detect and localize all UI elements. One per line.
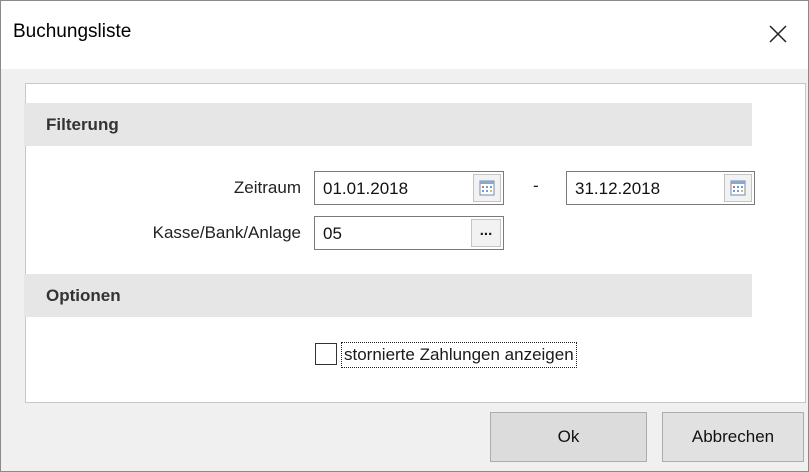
ok-button[interactable]: Ok xyxy=(490,412,647,462)
section-title-optionen: Optionen xyxy=(46,286,121,305)
kasse-bank-anlage-label: Kasse/Bank/Anlage xyxy=(152,223,301,242)
calendar-icon xyxy=(730,180,746,196)
date-range-separator: - xyxy=(533,176,539,195)
close-icon xyxy=(769,25,787,43)
date-to-field[interactable]: 31.12.2018 xyxy=(566,171,755,205)
close-button[interactable] xyxy=(753,9,803,59)
section-title-filterung: Filterung xyxy=(46,115,119,134)
section-header-filterung: Filterung xyxy=(24,103,752,146)
cancel-button[interactable]: Abbrechen xyxy=(662,412,804,462)
date-from-calendar-button[interactable] xyxy=(473,174,501,202)
date-from-field[interactable]: 01.01.2018 xyxy=(314,171,504,205)
date-to-calendar-button[interactable] xyxy=(724,174,752,202)
kasse-bank-anlage-value: 05 xyxy=(323,224,342,243)
show-cancelled-checkbox[interactable] xyxy=(315,343,337,365)
date-to-value: 31.12.2018 xyxy=(575,179,661,198)
browse-button[interactable]: ... xyxy=(471,219,501,247)
title-bar: Buchungsliste xyxy=(1,1,808,69)
kasse-bank-anlage-field[interactable]: 05 ... xyxy=(314,216,504,250)
section-header-optionen: Optionen xyxy=(24,274,752,317)
date-from-value: 01.01.2018 xyxy=(323,179,409,198)
show-cancelled-label[interactable]: stornierte Zahlungen anzeigen xyxy=(341,342,577,368)
zeitraum-label: Zeitraum xyxy=(233,178,301,197)
window-title: Buchungsliste xyxy=(13,21,132,42)
calendar-icon xyxy=(479,180,495,196)
dialog-window: Buchungsliste Filterung Zeitraum 01.01.2… xyxy=(0,0,809,472)
